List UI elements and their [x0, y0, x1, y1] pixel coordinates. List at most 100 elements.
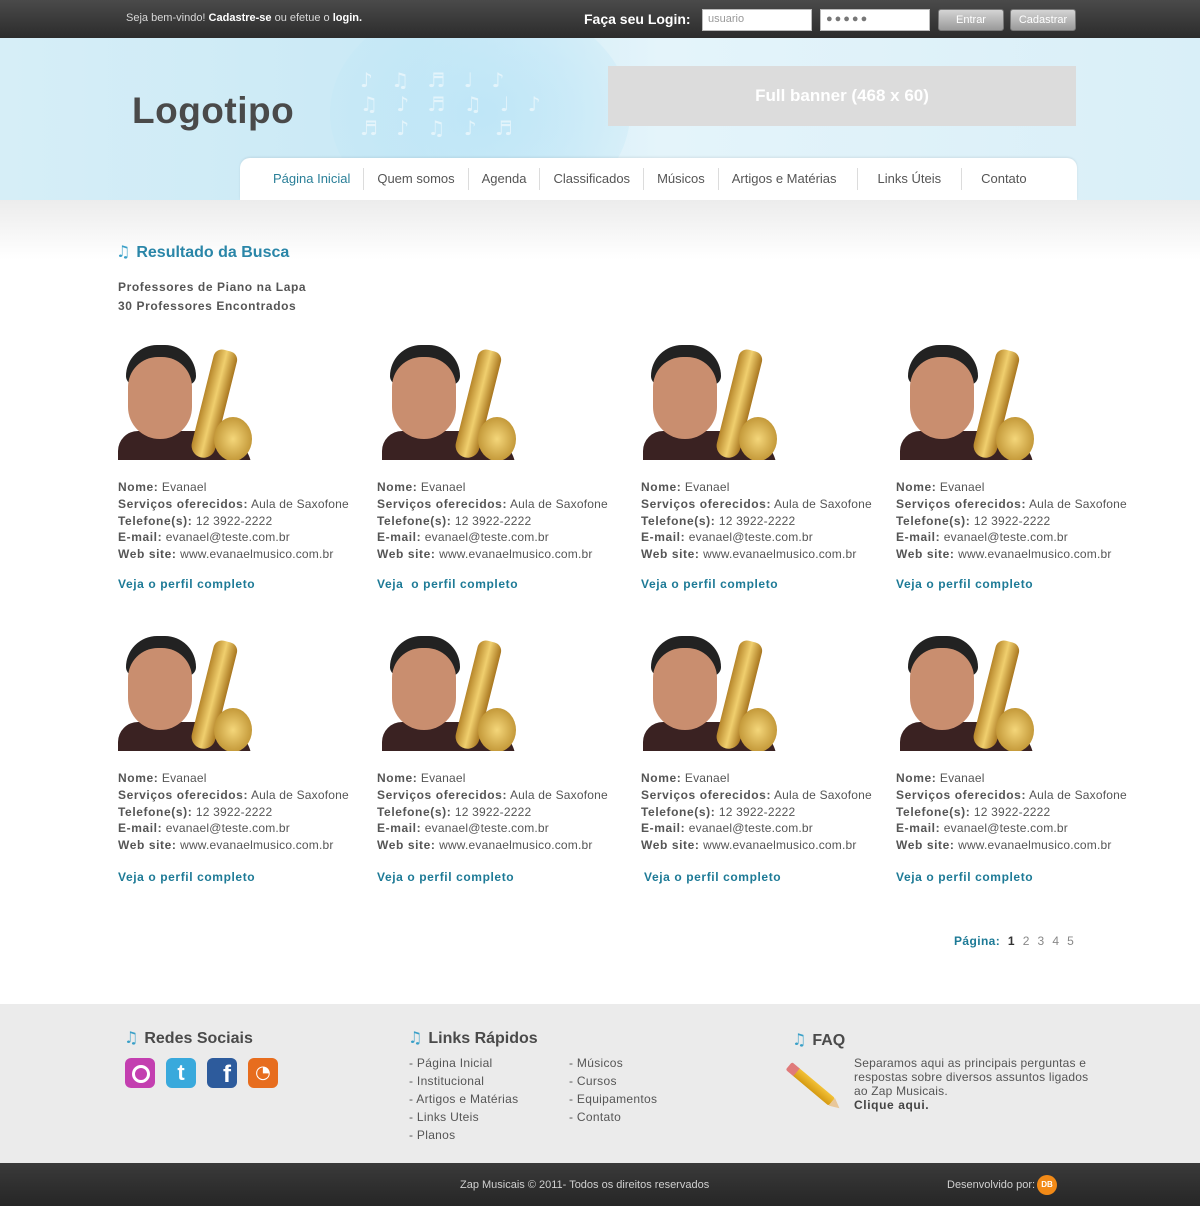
result-name: Evanael	[939, 771, 985, 785]
musician-photo[interactable]	[118, 345, 252, 460]
developer-logo[interactable]: DB	[1037, 1175, 1057, 1195]
social-title: ♫ Redes Sociais	[124, 1028, 253, 1047]
result-website: www.evanaelmusico.com.br	[180, 547, 334, 562]
rss-icon[interactable]: ◔	[248, 1058, 278, 1088]
result-services: Aula de Saxofone	[509, 787, 608, 802]
view-profile-link[interactable]: Veja o perfil completo	[118, 870, 363, 884]
result-info: Nome: Evanael Serviços oferecidos: Aula …	[118, 480, 349, 562]
page-link[interactable]: 4	[1052, 934, 1059, 948]
view-profile-link[interactable]: Veja o perfil completo	[896, 577, 1141, 591]
register-button[interactable]: Cadastrar	[1010, 9, 1076, 31]
page-link[interactable]: 2	[1023, 934, 1030, 948]
search-count-line: 30 Professores Encontrados	[118, 299, 297, 313]
view-profile-link[interactable]: Veja o perfil completo	[896, 870, 1141, 884]
result-phone: 12 3922-2222	[454, 513, 532, 528]
nav-item-home[interactable]: Página Inicial	[260, 168, 365, 190]
musician-photo[interactable]	[118, 636, 252, 751]
result-website: www.evanaelmusico.com.br	[703, 547, 857, 562]
music-note-icon: ♫	[408, 1028, 423, 1047]
musician-photo[interactable]	[382, 345, 516, 460]
view-profile-link[interactable]: Veja o perfil completo	[644, 870, 886, 884]
nav-item-articles[interactable]: Artigos e Matérias	[719, 168, 858, 190]
result-card: Nome: Evanael Serviços oferecidos: Aula …	[896, 636, 1141, 884]
quick-link-musicians[interactable]: - Músicos	[569, 1054, 657, 1072]
quick-link-institutional[interactable]: - Institucional	[409, 1072, 518, 1090]
result-phone: 12 3922-2222	[454, 804, 532, 819]
result-name: Evanael	[939, 480, 985, 494]
twitter-icon[interactable]: t	[166, 1058, 196, 1088]
result-card: Nome: Evanael Serviços oferecidos: Aula …	[118, 345, 363, 591]
result-name: Evanael	[684, 771, 730, 785]
musician-photo[interactable]	[900, 636, 1034, 751]
musician-photo[interactable]	[643, 345, 777, 460]
result-email: evanael@teste.com.br	[688, 530, 814, 545]
result-phone: 12 3922-2222	[195, 804, 273, 819]
view-profile-link[interactable]: Veja o perfil completo	[118, 577, 363, 591]
result-phone: 12 3922-2222	[718, 513, 796, 528]
musician-photo[interactable]	[900, 345, 1034, 460]
nav-item-contact[interactable]: Contato	[962, 168, 1040, 190]
pagination-label: Página:	[954, 934, 1001, 948]
music-note-icon: ♫	[116, 242, 131, 261]
musician-photo[interactable]	[382, 636, 516, 751]
result-website: www.evanaelmusico.com.br	[703, 838, 857, 853]
username-input[interactable]: usuario	[702, 9, 812, 31]
quick-link-courses[interactable]: - Cursos	[569, 1072, 657, 1090]
quick-link-articles[interactable]: - Artigos e Matérias	[409, 1090, 518, 1108]
facebook-icon[interactable]: f	[207, 1058, 237, 1088]
site-logo[interactable]: Logotipo	[132, 90, 294, 132]
quick-links-col2: - Músicos - Cursos - Equipamentos - Cont…	[569, 1054, 657, 1126]
quick-link-plans[interactable]: - Planos	[409, 1126, 518, 1144]
enter-button[interactable]: Entrar	[938, 9, 1004, 31]
result-email: evanael@teste.com.br	[688, 821, 814, 836]
page-link[interactable]: 5	[1067, 934, 1074, 948]
result-name: Evanael	[684, 480, 730, 494]
register-link[interactable]: Cadastre-se	[209, 12, 272, 24]
nav-item-links[interactable]: Links Úteis	[858, 168, 963, 190]
result-services: Aula de Saxofone	[509, 496, 608, 511]
nav-item-classifieds[interactable]: Classificados	[540, 168, 645, 190]
result-info: Nome: Evanael Serviços oferecidos: Aula …	[377, 771, 608, 853]
result-info: Nome: Evanael Serviços oferecidos: Aula …	[896, 480, 1127, 562]
result-services: Aula de Saxofone	[773, 496, 872, 511]
password-input[interactable]: ●●●●●	[820, 9, 930, 31]
result-card: Nome: Evanael Serviços oferecidos: Aula …	[377, 636, 622, 884]
search-results-title: ♫ Resultado da Busca	[116, 242, 289, 262]
login-link[interactable]: login.	[333, 12, 362, 24]
musician-photo[interactable]	[643, 636, 777, 751]
footer: ♫ Redes Sociais t f ◔ ♫ Links Rápidos - Pá…	[0, 1004, 1200, 1163]
result-card: Nome: Evanael Serviços oferecidos: Aula …	[641, 345, 886, 591]
bottom-bar: Zap Musicais © 2011- Todos os direitos r…	[0, 1163, 1200, 1206]
welcome-prefix: Seja bem-vindo!	[126, 12, 209, 24]
search-results-title-text: Resultado da Busca	[136, 244, 290, 261]
quick-link-useful-links[interactable]: - Links Uteis	[409, 1108, 518, 1126]
result-card: Nome: Evanael Serviços oferecidos: Aula …	[896, 345, 1141, 591]
view-profile-link[interactable]: Veja o perfil completo	[377, 577, 622, 591]
result-info: Nome: Evanael Serviços oferecidos: Aula …	[896, 771, 1127, 853]
page-current[interactable]: 1	[1008, 934, 1015, 948]
quick-link-home[interactable]: - Página Inicial	[409, 1054, 518, 1072]
header: ♪ ♫ ♬ ♩ ♪ ♫ ♪ ♬ ♫ ♩ ♪ ♬ ♪ ♫ ♪ ♬ Logotipo F…	[0, 38, 1200, 200]
result-phone: 12 3922-2222	[195, 513, 273, 528]
result-phone: 12 3922-2222	[973, 513, 1051, 528]
nav-item-about[interactable]: Quem somos	[364, 168, 469, 190]
copyright-text: Zap Musicais © 2011- Todos os direitos r…	[460, 1179, 710, 1191]
result-info: Nome: Evanael Serviços oferecidos: Aula …	[377, 480, 608, 562]
page-link[interactable]: 3	[1038, 934, 1045, 948]
result-services: Aula de Saxofone	[1028, 496, 1127, 511]
nav-item-agenda[interactable]: Agenda	[469, 168, 541, 190]
orkut-icon[interactable]	[125, 1058, 155, 1088]
view-profile-link[interactable]: Veja o perfil completo	[377, 870, 622, 884]
quick-link-equipment[interactable]: - Equipamentos	[569, 1090, 657, 1108]
result-card: Nome: Evanael Serviços oferecidos: Aula …	[118, 636, 363, 884]
full-banner[interactable]: Full banner (468 x 60)	[608, 66, 1076, 126]
quick-link-contact[interactable]: - Contato	[569, 1108, 657, 1126]
view-profile-link[interactable]: Veja o perfil completo	[641, 577, 886, 591]
music-note-icon: ♫	[792, 1030, 807, 1049]
nav-item-musicians[interactable]: Músicos	[644, 168, 719, 190]
faq-link[interactable]: Clique aqui.	[854, 1098, 1094, 1112]
result-website: www.evanaelmusico.com.br	[439, 547, 593, 562]
pagination: Página: 1 2 3 4 5	[954, 934, 1074, 948]
result-website: www.evanaelmusico.com.br	[439, 838, 593, 853]
welcome-middle: ou efetue o	[271, 12, 333, 24]
